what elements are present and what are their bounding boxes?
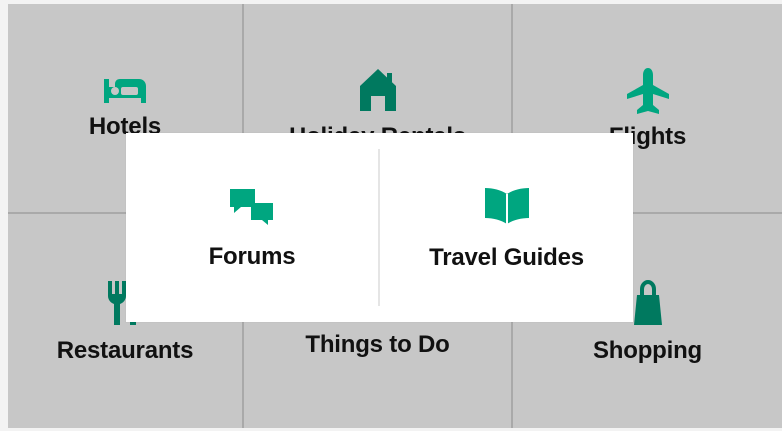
- bed-icon: [104, 79, 146, 104]
- category-label: Shopping: [592, 337, 703, 365]
- chat-bubbles-icon: [230, 188, 273, 225]
- menu-item-forums[interactable]: Forums: [126, 133, 378, 322]
- category-label: Restaurants: [56, 337, 194, 365]
- menu-item-travel-guides[interactable]: Travel Guides: [380, 133, 633, 322]
- house-icon: [359, 69, 396, 112]
- airplane-icon: [626, 68, 669, 115]
- menu-item-label: Travel Guides: [429, 243, 584, 271]
- more-menu-popup: Forums Travel Guides: [126, 133, 633, 322]
- menu-item-label: Forums: [208, 242, 296, 270]
- open-book-icon: [484, 187, 529, 224]
- category-label: Things to Do: [305, 331, 450, 359]
